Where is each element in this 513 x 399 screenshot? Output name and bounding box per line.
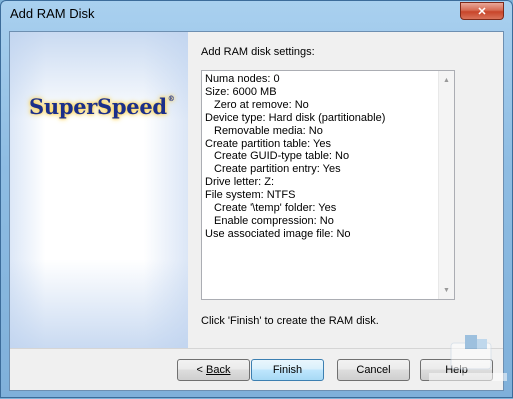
- add-ram-disk-window: Add RAM Disk ✕ SuperSpeed® Add RAM disk …: [0, 0, 513, 398]
- superspeed-logo: SuperSpeed®: [29, 94, 175, 119]
- finish-button-label: Finish: [272, 364, 303, 376]
- button-separator: [10, 348, 503, 349]
- setting-line: Create GUID-type table: No: [214, 150, 350, 163]
- wizard-client-area: SuperSpeed® Add RAM disk settings: Numa …: [9, 31, 504, 391]
- setting-line: Use associated image file: No: [205, 227, 351, 240]
- setting-line: Zero at remove: No: [214, 98, 309, 111]
- settings-heading: Add RAM disk settings:: [201, 46, 315, 58]
- scroll-down-icon[interactable]: ▼: [439, 283, 454, 297]
- setting-line: Device type: Hard disk (partitionable): [205, 111, 386, 124]
- window-title: Add RAM Disk: [10, 6, 95, 21]
- setting-line: Create '\temp' folder: Yes: [214, 202, 337, 215]
- setting-line: Enable compression: No: [214, 214, 334, 227]
- settings-list: Numa nodes: 0 Size: 6000 MB Zero at remove…: [205, 73, 437, 241]
- setting-line: File system: NTFS: [205, 189, 296, 202]
- back-button[interactable]: < Back: [177, 359, 250, 381]
- close-button[interactable]: ✕: [460, 2, 504, 20]
- settings-listbox[interactable]: Numa nodes: 0 Size: 6000 MB Zero at remove…: [201, 70, 455, 300]
- help-button[interactable]: Help: [420, 359, 493, 381]
- setting-line: Removable media: No: [214, 124, 323, 137]
- setting-line: Drive letter: Z:: [205, 176, 275, 189]
- vertical-scrollbar[interactable]: ▲ ▼: [438, 71, 454, 299]
- title-bar: Add RAM Disk ✕: [1, 1, 512, 27]
- setting-line: Numa nodes: 0: [205, 73, 280, 85]
- setting-line: Create partition entry: Yes: [214, 163, 341, 176]
- setting-line: Size: 6000 MB: [205, 85, 277, 98]
- cancel-button[interactable]: Cancel: [337, 359, 410, 381]
- setting-line: Create partition table: Yes: [205, 137, 331, 150]
- scroll-up-icon[interactable]: ▲: [439, 73, 454, 87]
- finish-button[interactable]: Finish: [251, 359, 324, 381]
- close-icon: ✕: [477, 5, 487, 18]
- cancel-button-label: Cancel: [356, 364, 391, 376]
- finish-instruction: Click 'Finish' to create the RAM disk.: [201, 315, 379, 327]
- back-button-label: Back: [206, 364, 231, 376]
- side-banner: SuperSpeed®: [10, 32, 188, 348]
- help-button-label: Help: [445, 364, 468, 376]
